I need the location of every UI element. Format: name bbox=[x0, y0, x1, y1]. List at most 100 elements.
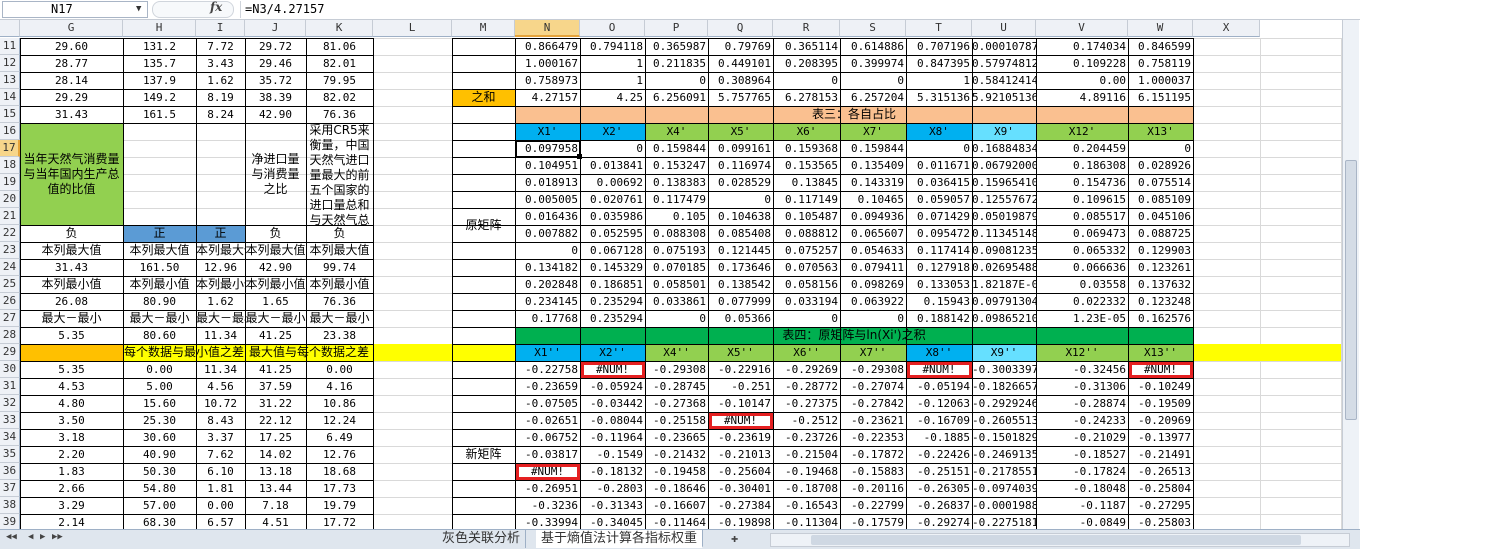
row-header-11[interactable]: 11 bbox=[0, 38, 20, 55]
cell-orig-matrix[interactable]: 0.116974 bbox=[708, 157, 773, 174]
cell-diff[interactable]: 19.79 bbox=[306, 497, 373, 514]
cell-orig-matrix[interactable]: 0.097913043 bbox=[972, 293, 1036, 310]
cell-left-top[interactable]: 3.43 bbox=[196, 55, 245, 72]
cell-diff[interactable]: 7.62 bbox=[196, 446, 245, 463]
cell-diff[interactable]: 2.66 bbox=[20, 480, 123, 497]
cell-left-top[interactable]: 28.14 bbox=[20, 72, 123, 89]
cell-orig-matrix[interactable]: 0.127918 bbox=[906, 259, 972, 276]
row-header-35[interactable]: 35 bbox=[0, 446, 20, 463]
cell-header-t3[interactable]: X7' bbox=[840, 123, 906, 140]
cell-orig-matrix[interactable]: 0.105487 bbox=[773, 208, 840, 225]
cell-desc-g[interactable]: 当年天然气消费量与当年国内生产总值的比值 bbox=[20, 123, 123, 225]
row-header-32[interactable]: 32 bbox=[0, 395, 20, 412]
vertical-scroll-thumb[interactable] bbox=[1345, 160, 1357, 420]
cell-new-matrix[interactable]: -0.3236 bbox=[515, 497, 580, 514]
fill-handle[interactable] bbox=[577, 154, 582, 159]
cell-right-top[interactable]: 0.449101 bbox=[708, 55, 773, 72]
cell-max-label[interactable]: 本列最大值 bbox=[306, 242, 373, 259]
column-header-w[interactable]: W bbox=[1128, 20, 1193, 37]
cell-new-matrix[interactable]: -0.0849 bbox=[1036, 514, 1128, 529]
cell-orig-matrix[interactable]: 0.03558 bbox=[1036, 276, 1128, 293]
cell-diff[interactable]: 11.34 bbox=[196, 361, 245, 378]
cell-orig-matrix[interactable]: 0.00692 bbox=[580, 174, 645, 191]
cell-diff[interactable]: 22.12 bbox=[245, 412, 306, 429]
cell-diff[interactable]: 40.90 bbox=[123, 446, 196, 463]
cell-max-value[interactable]: 12.96 bbox=[196, 259, 245, 276]
cell-orig-matrix[interactable]: 0.153247 bbox=[645, 157, 708, 174]
cell-new-matrix[interactable]: -0.29308 bbox=[645, 361, 708, 378]
cell-new-matrix[interactable]: -0.18048 bbox=[1036, 480, 1128, 497]
cell-diff[interactable]: 1.81 bbox=[196, 480, 245, 497]
cell-left-top[interactable]: 131.2 bbox=[123, 38, 196, 55]
cell-orig-matrix[interactable]: 0 bbox=[515, 242, 580, 259]
name-box[interactable]: N17 bbox=[2, 1, 148, 18]
cell-sum-label[interactable]: 之和 bbox=[452, 89, 515, 106]
cell-orig-matrix[interactable]: 0.033194 bbox=[773, 293, 840, 310]
cell-left-top[interactable]: 8.19 bbox=[196, 89, 245, 106]
cell-orig-matrix[interactable]: 0.162576 bbox=[1128, 310, 1193, 327]
cell-new-matrix[interactable]: -0.31306 bbox=[1036, 378, 1128, 395]
cell-left-top[interactable]: 161.5 bbox=[123, 106, 196, 123]
row-header-17[interactable]: 17 bbox=[0, 140, 20, 157]
cell-orig-matrix[interactable]: 0.013841 bbox=[580, 157, 645, 174]
prev-sheet-icon[interactable]: ◀ bbox=[28, 532, 33, 542]
cell-orig-matrix[interactable]: 0.173646 bbox=[708, 259, 773, 276]
cell-header-t4[interactable]: X5'' bbox=[708, 344, 773, 361]
cell-diff[interactable]: 50.30 bbox=[123, 463, 196, 480]
cell-diff[interactable]: 3.37 bbox=[196, 429, 245, 446]
cell-orig-matrix[interactable]: 0.168848344 bbox=[972, 140, 1036, 157]
cell-diff[interactable]: 41.25 bbox=[245, 361, 306, 378]
cell-new-matrix[interactable]: -0.26305 bbox=[906, 480, 972, 497]
cell-orig-matrix[interactable]: 0.05366 bbox=[708, 310, 773, 327]
cell-left-top[interactable]: 135.7 bbox=[123, 55, 196, 72]
cell-new-matrix[interactable]: -0.25158 bbox=[645, 412, 708, 429]
row-header-19[interactable]: 19 bbox=[0, 174, 20, 191]
cell-left-top[interactable]: 81.06 bbox=[306, 38, 373, 55]
cell-diff[interactable]: 37.59 bbox=[245, 378, 306, 395]
cell-diff[interactable]: 3.50 bbox=[20, 412, 123, 429]
cell-orig-matrix[interactable]: 0.063922 bbox=[840, 293, 906, 310]
cell-range-label[interactable]: 最大－最小 bbox=[20, 310, 123, 327]
cell-left-top[interactable]: 82.01 bbox=[306, 55, 373, 72]
row-header-16[interactable]: 16 bbox=[0, 123, 20, 140]
first-sheet-icon[interactable]: ◀◀ bbox=[6, 532, 17, 542]
cell-orig-matrix[interactable]: 0.121445 bbox=[708, 242, 773, 259]
cell-orig-matrix[interactable]: 0.234145 bbox=[515, 293, 580, 310]
cell-orig-matrix[interactable]: 0.070563 bbox=[773, 259, 840, 276]
cell-diff[interactable]: 25.30 bbox=[123, 412, 196, 429]
cell-orig-matrix[interactable]: 0.022332 bbox=[1036, 293, 1128, 310]
cell-new-matrix[interactable]: -0.22426 bbox=[906, 446, 972, 463]
cell-diff[interactable]: 13.18 bbox=[245, 463, 306, 480]
row-header-15[interactable]: 15 bbox=[0, 106, 20, 123]
cell-diff[interactable]: 6.49 bbox=[306, 429, 373, 446]
cell-left-top[interactable]: 79.95 bbox=[306, 72, 373, 89]
cell-header-t3[interactable]: X8' bbox=[906, 123, 972, 140]
cell-new-matrix[interactable]: -0.23665 bbox=[645, 429, 708, 446]
cell-new-matrix[interactable]: -0.000198821 bbox=[972, 497, 1036, 514]
cell-new-matrix[interactable]: -0.13977 bbox=[1128, 429, 1193, 446]
cell-new-matrix[interactable]: -0.34045 bbox=[580, 514, 645, 529]
chevron-down-icon[interactable]: ▼ bbox=[136, 4, 141, 14]
last-sheet-icon[interactable]: ▶▶ bbox=[52, 532, 63, 542]
cell-header-t4[interactable]: X4'' bbox=[645, 344, 708, 361]
cell-orig-matrix[interactable]: 0.134182 bbox=[515, 259, 580, 276]
row-header-34[interactable]: 34 bbox=[0, 429, 20, 446]
cell-diff[interactable]: 4.56 bbox=[196, 378, 245, 395]
cell-max-value[interactable]: 31.43 bbox=[20, 259, 123, 276]
cell-orig-matrix[interactable]: 0.159368 bbox=[773, 140, 840, 157]
cell-new-matrix[interactable]: -0.16607 bbox=[645, 497, 708, 514]
cell-orig-matrix[interactable]: 0.159654109 bbox=[972, 174, 1036, 191]
cell-orig-matrix[interactable]: 0 bbox=[708, 191, 773, 208]
cell-right-top[interactable]: 0.579748124 bbox=[972, 55, 1036, 72]
cell-diff[interactable]: 54.80 bbox=[123, 480, 196, 497]
column-header-o[interactable]: O bbox=[580, 20, 645, 37]
cell-new-matrix[interactable]: -0.217855197 bbox=[972, 463, 1036, 480]
cell-orig-matrix[interactable]: 0.007882 bbox=[515, 225, 580, 242]
cell-diff[interactable]: 10.72 bbox=[196, 395, 245, 412]
cell-orig-matrix[interactable]: 0.202848 bbox=[515, 276, 580, 293]
row-header-12[interactable]: 12 bbox=[0, 55, 20, 72]
cell-new-matrix[interactable]: -0.1187 bbox=[1036, 497, 1128, 514]
cell-orig-matrix[interactable]: 0 bbox=[580, 140, 645, 157]
cell-orig-matrix[interactable]: 0.071429 bbox=[906, 208, 972, 225]
cell-diff[interactable]: 68.30 bbox=[123, 514, 196, 529]
